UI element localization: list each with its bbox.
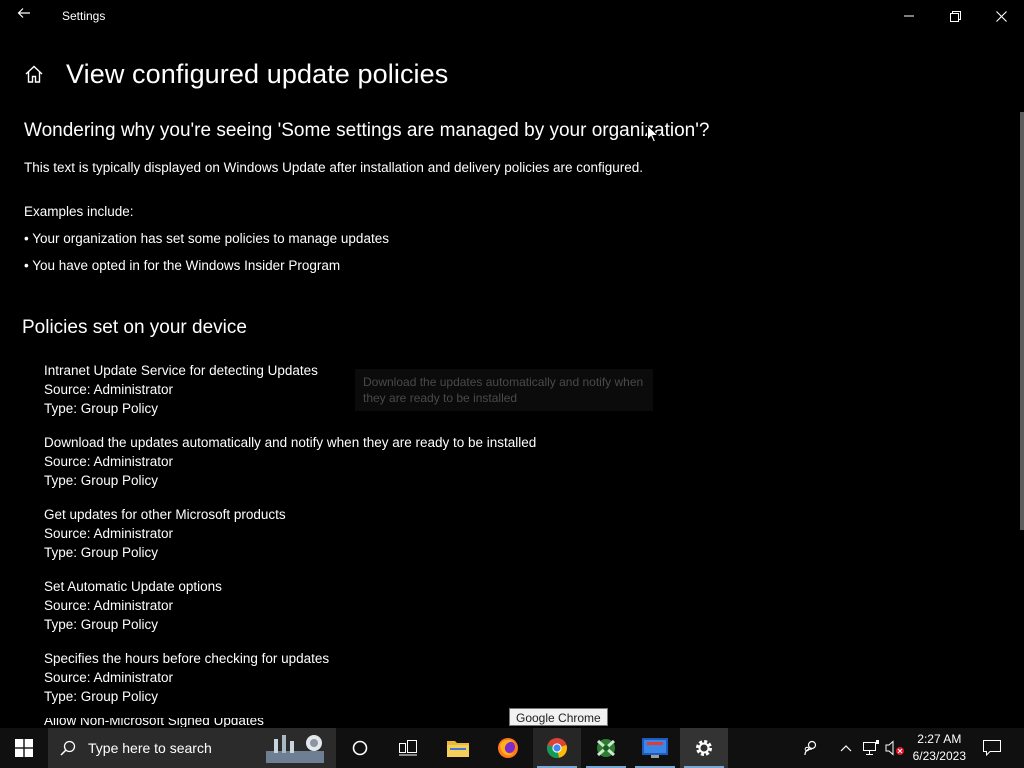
window-title: Settings	[62, 9, 106, 23]
policy-item: Specifies the hours before checking for …	[44, 649, 329, 706]
file-explorer-button[interactable]	[434, 728, 482, 768]
policy-source: Source: Administrator	[44, 670, 174, 685]
xbox-icon	[597, 739, 615, 757]
cortana-button[interactable]	[336, 728, 384, 768]
policy-name: Allow Non-Microsoft Signed Updates	[44, 718, 264, 727]
policy-item: Intranet Update Service for detecting Up…	[44, 361, 318, 418]
xbox-button[interactable]	[582, 728, 630, 768]
chrome-icon	[547, 738, 567, 758]
file-explorer-icon	[447, 741, 469, 757]
example-bullet: • You have opted in for the Windows Insi…	[24, 258, 341, 273]
page-title: View configured update policies	[66, 58, 449, 89]
search-placeholder: Type here to search	[88, 740, 212, 756]
policy-type: Type: Group Policy	[44, 473, 159, 488]
volume-muted-icon	[885, 740, 904, 756]
remote-desktop-icon	[642, 738, 668, 758]
people-button[interactable]	[796, 728, 826, 768]
policy-item: Set Automatic Update options Source: Adm…	[44, 577, 222, 634]
policy-name: Set Automatic Update options	[44, 579, 222, 594]
policy-type: Type: Group Policy	[44, 401, 159, 416]
back-button[interactable]	[14, 6, 34, 26]
minimize-button[interactable]	[886, 0, 932, 32]
examples-label: Examples include:	[24, 204, 134, 219]
people-icon	[804, 740, 817, 756]
taskbar-tooltip: Google Chrome	[509, 708, 608, 726]
example-bullet: • Your organization has set some policie…	[24, 231, 389, 246]
clock[interactable]: 2:27 AM 6/23/2023	[913, 731, 966, 765]
clock-time: 2:27 AM	[917, 732, 962, 746]
remote-desktop-button[interactable]	[631, 728, 679, 768]
policy-name: Get updates for other Microsoft products	[44, 507, 286, 522]
home-icon[interactable]	[24, 64, 44, 84]
page-header: View configured update policies	[24, 56, 448, 92]
policy-type: Type: Group Policy	[44, 617, 159, 632]
minimize-icon	[904, 15, 914, 17]
task-view-icon	[399, 740, 417, 756]
action-center-button[interactable]	[976, 728, 1008, 768]
chrome-button[interactable]	[533, 728, 581, 768]
volume-button[interactable]	[884, 728, 906, 768]
description-text: This text is typically displayed on Wind…	[24, 160, 644, 175]
clock-date: 6/23/2023	[912, 749, 966, 763]
back-arrow-icon	[17, 8, 30, 18]
taskbar-search[interactable]: Type here to search	[48, 728, 336, 768]
taskbar: Type here to search 2:27 AM 6/23/2023	[0, 728, 1024, 768]
restore-button[interactable]	[932, 0, 978, 32]
restore-icon	[949, 10, 961, 22]
scrollbar[interactable]	[1020, 112, 1024, 530]
policy-source: Source: Administrator	[44, 598, 174, 613]
firefox-button[interactable]	[484, 728, 532, 768]
fading-tooltip: Download the updates automatically and n…	[355, 369, 653, 411]
policy-name: Download the updates automatically and n…	[44, 435, 537, 450]
show-hidden-icons-button[interactable]	[835, 728, 857, 768]
task-view-button[interactable]	[384, 728, 432, 768]
network-icon	[863, 740, 879, 755]
notifications-icon	[983, 740, 1001, 756]
policy-type: Type: Group Policy	[44, 689, 159, 704]
windows-logo-icon	[15, 739, 33, 757]
policies-heading: Policies set on your device	[22, 317, 247, 338]
policy-item: Download the updates automatically and n…	[44, 433, 536, 490]
settings-icon	[696, 740, 712, 756]
network-button[interactable]	[860, 728, 882, 768]
policy-source: Source: Administrator	[44, 382, 174, 397]
close-icon	[995, 10, 1007, 22]
policy-source: Source: Administrator	[44, 526, 174, 541]
firefox-icon	[498, 738, 518, 758]
title-bar: Settings	[0, 0, 1024, 32]
managed-question-heading: Wondering why you're seeing 'Some settin…	[24, 120, 710, 141]
policy-name: Specifies the hours before checking for …	[44, 651, 330, 666]
search-icon	[60, 740, 76, 756]
search-highlight-illustration-icon	[266, 735, 324, 763]
settings-button[interactable]	[680, 728, 728, 768]
cortana-icon	[352, 740, 368, 756]
policy-source: Source: Administrator	[44, 454, 174, 469]
policy-item: Allow Non-Microsoft Signed Updates	[44, 718, 264, 727]
close-button[interactable]	[978, 0, 1024, 32]
mouse-cursor-icon	[647, 125, 659, 143]
policy-item: Get updates for other Microsoft products…	[44, 505, 286, 562]
chevron-up-icon	[840, 745, 852, 752]
policy-type: Type: Group Policy	[44, 545, 159, 560]
start-button[interactable]	[0, 728, 48, 768]
policy-name: Intranet Update Service for detecting Up…	[44, 363, 318, 378]
